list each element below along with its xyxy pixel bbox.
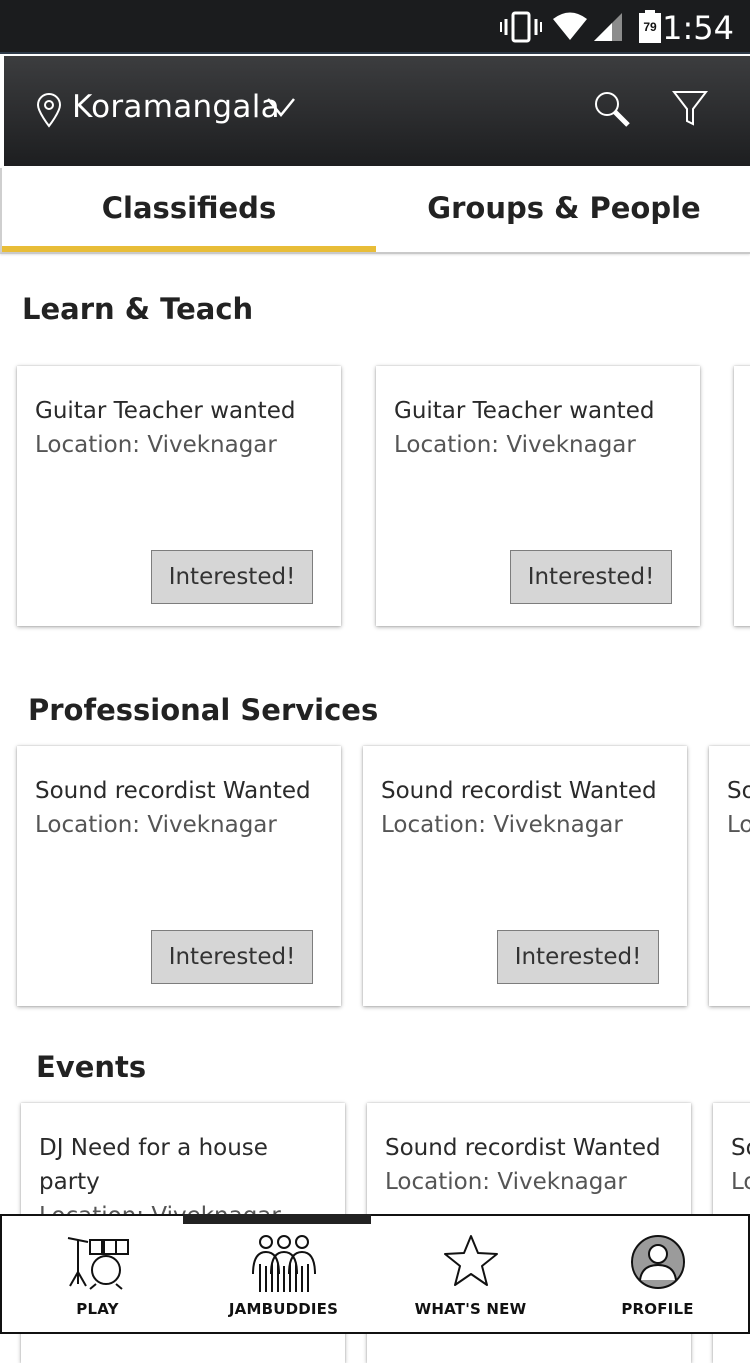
card-location: Location: Viveknagar [394, 432, 636, 458]
nav-play[interactable]: PLAY [4, 1216, 191, 1332]
card-location: Location: Viveknagar [385, 1169, 627, 1195]
people-group-icon [251, 1235, 316, 1292]
classified-card[interactable]: Guitar Teacher wanted Location: Viveknag… [376, 366, 700, 626]
classified-card[interactable]: Guitar Teacher wanted Location: Viveknag… [17, 366, 341, 626]
card-location: Location: Viveknagar [35, 812, 277, 838]
nav-jambuddies[interactable]: JAMBUDDIES [190, 1216, 377, 1332]
card-title: Sound recordist Wanted [381, 778, 657, 804]
card-location: Location: Viveknagar [381, 812, 623, 838]
card-title: So [731, 1135, 750, 1161]
nav-label: WHAT'S NEW [414, 1300, 527, 1318]
nav-label: JAMBUDDIES [228, 1300, 339, 1318]
vibrate-icon [500, 11, 542, 43]
star-icon [443, 1235, 498, 1286]
profile-avatar-icon [630, 1235, 685, 1289]
nav-label: PLAY [76, 1300, 119, 1318]
tab-classifieds[interactable]: Classifieds [2, 168, 376, 252]
card-location: Location: Viveknagar [35, 432, 277, 458]
interested-button[interactable]: Interested! [151, 550, 313, 604]
tab-groups-people[interactable]: Groups & People [376, 168, 750, 252]
bottom-navigation: PLAY JAMBUDDIES WHAT'S NEW PROFILE [0, 1214, 750, 1334]
section-title-professional-services: Professional Services [28, 693, 379, 727]
card-title: Guitar Teacher wanted [35, 398, 296, 424]
classified-card[interactable]: Sound recordist Wanted Location: Vivekna… [363, 746, 687, 1006]
wifi-icon [553, 12, 587, 40]
card-title: So [727, 778, 750, 804]
card-location: Lo [727, 812, 750, 838]
chevron-down-icon[interactable] [266, 96, 296, 118]
nav-whats-new[interactable]: WHAT'S NEW [377, 1216, 564, 1332]
location-selector[interactable]: Koramangala [72, 89, 280, 125]
cell-signal-icon [594, 13, 622, 41]
interested-button[interactable]: Interested! [151, 930, 313, 984]
section-title-learn-teach: Learn & Teach [22, 292, 254, 326]
search-icon[interactable] [592, 90, 632, 130]
location-pin-icon [36, 93, 62, 128]
clock: 1:54 [662, 9, 734, 47]
section-title-events: Events [36, 1050, 147, 1084]
nav-label: PROFILE [621, 1300, 694, 1318]
card-title: Sound recordist Wanted [35, 778, 311, 804]
tab-bar: Classifieds Groups & People [0, 168, 750, 254]
card-location: Lo [731, 1169, 750, 1195]
card-title: DJ Need for a house party [39, 1135, 268, 1195]
classified-card-partial[interactable] [734, 366, 750, 626]
app-header: Koramangala [4, 56, 750, 166]
drum-kit-icon [67, 1237, 129, 1290]
interested-button[interactable]: Interested! [510, 550, 672, 604]
filter-icon[interactable] [672, 90, 708, 128]
classified-card[interactable]: Sound recordist Wanted Location: Vivekna… [17, 746, 341, 1006]
classified-card-partial[interactable]: So Lo [709, 746, 750, 1006]
status-bar: 79 1:54 [0, 0, 750, 54]
nav-profile[interactable]: PROFILE [564, 1216, 750, 1332]
active-tab-indicator [2, 246, 376, 252]
battery-level: 79 [643, 20, 657, 34]
card-title: Sound recordist Wanted [385, 1135, 661, 1161]
card-title: Guitar Teacher wanted [394, 398, 655, 424]
interested-button[interactable]: Interested! [497, 930, 659, 984]
